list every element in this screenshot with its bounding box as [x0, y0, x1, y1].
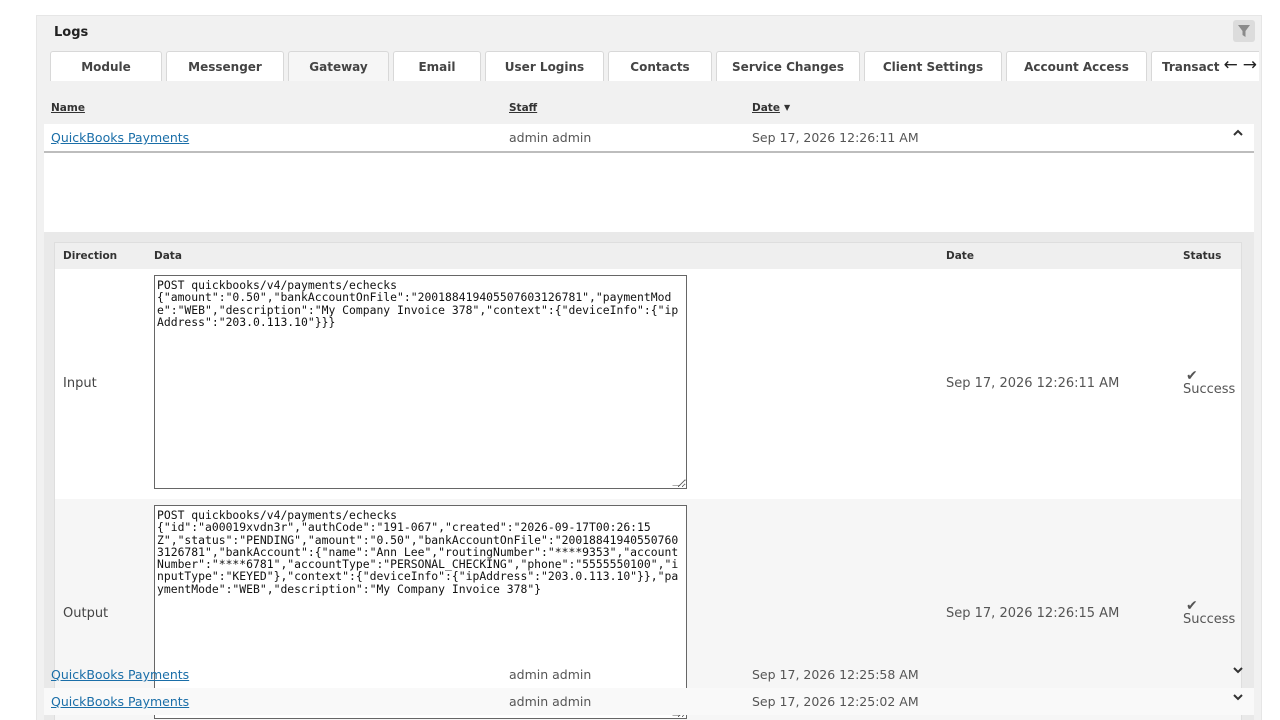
tab-module[interactable]: Module: [50, 51, 162, 81]
entry-status: ✔ Success: [1183, 368, 1236, 397]
tab-contacts[interactable]: Contacts: [608, 51, 712, 81]
expand-chevron-icon[interactable]: [1232, 691, 1244, 707]
tab-gateway[interactable]: Gateway: [288, 51, 389, 81]
tab-account-access[interactable]: Account Access: [1006, 51, 1147, 81]
logs-panel: Logs Module Messenger Gateway Email User…: [36, 15, 1262, 720]
tab-prev-arrow-icon[interactable]: ←: [1224, 54, 1238, 76]
row-name-link[interactable]: QuickBooks Payments: [51, 694, 189, 709]
detail-table: Direction Data Date Status Input POST qu…: [54, 242, 1242, 720]
tab-client-settings[interactable]: Client Settings: [864, 51, 1002, 81]
row-date: Sep 17, 2026 12:26:11 AM: [752, 130, 919, 145]
row-date: Sep 17, 2026 12:25:02 AM: [752, 694, 919, 709]
tab-service-changes[interactable]: Service Changes: [716, 51, 860, 81]
sort-desc-icon: ▼: [783, 103, 791, 112]
expand-chevron-icon[interactable]: [1232, 664, 1244, 680]
row-staff: admin admin: [509, 694, 592, 709]
detail-row-input: Input POST quickbooks/v4/payments/echeck…: [55, 269, 1241, 499]
row-staff: admin admin: [509, 667, 592, 682]
filter-icon: [1238, 25, 1250, 37]
entry-status: ✔ Success: [1183, 598, 1236, 627]
input-payload-textarea[interactable]: POST quickbooks/v4/payments/echecks {"am…: [154, 275, 687, 489]
tab-messenger[interactable]: Messenger: [166, 51, 284, 81]
column-name[interactable]: Name: [51, 102, 85, 114]
entry-date: Sep 17, 2026 12:26:11 AM: [946, 376, 1120, 391]
column-date-label: Date: [752, 102, 780, 114]
table-row[interactable]: QuickBooks Payments admin admin Sep 17, …: [44, 124, 1254, 153]
logs-table: Name Staff Date ▼ QuickBooks Payments adm…: [44, 95, 1254, 720]
detail-header: Direction Data Date Status: [55, 243, 1241, 269]
detail-column-data: Data: [154, 250, 182, 262]
detail-column-direction: Direction: [63, 250, 118, 262]
detail-column-status: Status: [1183, 250, 1222, 262]
log-tabs: Module Messenger Gateway Email User Logi…: [50, 51, 1259, 81]
tab-user-logins[interactable]: User Logins: [485, 51, 604, 81]
collapse-chevron-icon[interactable]: [1232, 127, 1244, 143]
status-text: Success: [1183, 382, 1236, 397]
column-date[interactable]: Date ▼: [752, 102, 790, 114]
panel-title: Logs: [54, 25, 89, 40]
check-icon: ✔: [1186, 598, 1198, 614]
table-header: Name Staff Date ▼: [44, 95, 1254, 124]
row-date: Sep 17, 2026 12:25:58 AM: [752, 667, 919, 682]
row-name-link[interactable]: QuickBooks Payments: [51, 667, 189, 682]
row-detail: Direction Data Date Status Input POST qu…: [44, 232, 1254, 720]
tab-next-arrow-icon[interactable]: →: [1243, 54, 1257, 76]
table-row[interactable]: QuickBooks Payments admin admin Sep 17, …: [44, 688, 1254, 715]
row-name-link[interactable]: QuickBooks Payments: [51, 130, 189, 145]
direction-label: Output: [63, 606, 109, 621]
table-row[interactable]: QuickBooks Payments admin admin Sep 17, …: [44, 661, 1254, 688]
row-staff: admin admin: [509, 130, 592, 145]
status-text: Success: [1183, 612, 1236, 627]
resize-handle-icon[interactable]: [672, 478, 686, 486]
detail-column-date: Date: [946, 250, 974, 262]
check-icon: ✔: [1186, 368, 1198, 384]
filter-button[interactable]: [1233, 20, 1255, 42]
entry-date: Sep 17, 2026 12:26:15 AM: [946, 606, 1120, 621]
tab-scroll-controls: ← →: [1220, 54, 1257, 76]
column-staff[interactable]: Staff: [509, 102, 537, 114]
tab-email[interactable]: Email: [393, 51, 481, 81]
direction-label: Input: [63, 376, 97, 391]
